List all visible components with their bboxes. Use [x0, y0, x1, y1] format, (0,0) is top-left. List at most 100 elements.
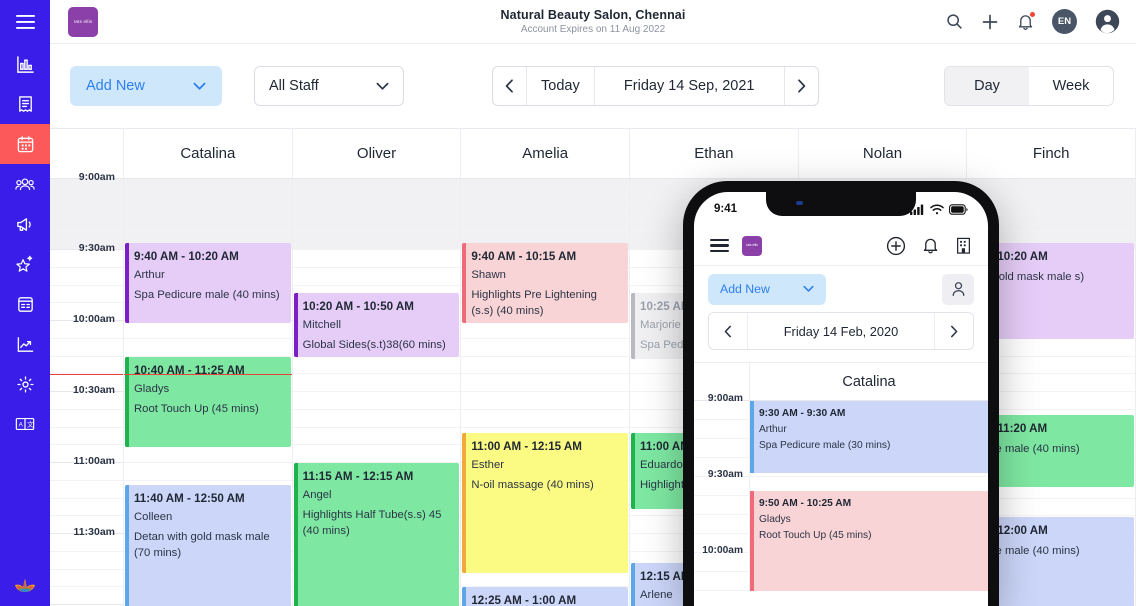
calendar-slot[interactable] — [292, 196, 461, 215]
time-gutter-row — [50, 499, 123, 517]
calendar-slot[interactable] — [292, 232, 461, 250]
sidebar-item-appointments[interactable] — [0, 124, 50, 164]
calendar-slot[interactable] — [461, 392, 630, 410]
sidebar-item-settings[interactable] — [0, 364, 50, 404]
phone-appointment-card[interactable]: 9:50 AM - 10:25 AM Gladys Root Touch Up (4… — [750, 491, 988, 591]
previous-day-button[interactable] — [493, 67, 526, 105]
staff-column-catalina[interactable]: 9:40 AM - 10:20 AM Arthur Spa Pedicure mal… — [124, 179, 293, 606]
current-date-label[interactable]: Friday 14 Sep, 2021 — [595, 67, 785, 105]
svg-text:A: A — [19, 422, 24, 429]
notification-dot — [1030, 11, 1035, 17]
tab-week-view[interactable]: Week — [1029, 67, 1113, 105]
language-badge[interactable]: EN — [1052, 9, 1077, 34]
staff-column-header-3[interactable]: Ethan — [630, 129, 799, 178]
appointment-time: M - 11:20 AM — [977, 422, 1048, 435]
sidebar-item-billing[interactable] — [0, 84, 50, 124]
sidebar-item-marketing[interactable] — [0, 204, 50, 244]
calendar-slot[interactable] — [292, 214, 461, 233]
sidebar-item-language[interactable]: A 文 — [0, 404, 50, 444]
staff-filter-select[interactable]: All Staff — [254, 66, 404, 106]
phone-calendar-body: 9:00am 9:30am 10:00am 9:30 AM - 9:30 AM Art… — [694, 393, 988, 591]
staff-column-header-5[interactable]: Finch — [967, 129, 1136, 178]
calendar-slot[interactable] — [461, 196, 630, 215]
staff-column-header-0[interactable]: Catalina — [124, 129, 293, 178]
calendar-slot[interactable] — [292, 374, 461, 392]
phone-calendar: Catalina 9:00am 9:30am 10:00am 9:30 AM - 9… — [694, 362, 988, 591]
calendar-slot[interactable] — [292, 428, 461, 446]
calendar-slot[interactable] — [124, 179, 292, 197]
notifications-button[interactable] — [1017, 11, 1035, 31]
phone-add-new-button[interactable]: Add New — [708, 273, 826, 305]
sidebar-item-loyalty[interactable] — [0, 244, 50, 284]
calendar-slot[interactable] — [292, 268, 461, 286]
staff-column-oliver[interactable]: 10:20 AM - 10:50 AM Mitchell Global Sides(… — [292, 179, 462, 606]
phone-menu-button[interactable] — [710, 238, 729, 253]
bell-icon[interactable] — [922, 236, 939, 255]
staff-column-header-1[interactable]: Oliver — [293, 129, 462, 178]
quick-add-button[interactable] — [981, 13, 999, 31]
calendar-slot[interactable] — [461, 374, 630, 392]
phone-previous-day-button[interactable] — [709, 313, 747, 349]
header-actions: EN — [946, 9, 1120, 34]
sidebar-item-clients[interactable] — [0, 164, 50, 204]
calendar-slot[interactable] — [461, 214, 630, 233]
appointment-card[interactable]: 12:25 AM - 1:00 AMKristinHead massage (4… — [462, 587, 629, 606]
calendar-slot[interactable] — [967, 179, 1136, 197]
plus-circle-icon[interactable] — [886, 236, 906, 256]
calendar-slot[interactable] — [292, 392, 461, 410]
calendar-slot[interactable] — [124, 321, 292, 339]
staff-column-amelia[interactable]: 9:40 AM - 10:15 AM Shawn Highlights Pre Li… — [461, 179, 631, 606]
brand-logo-tile[interactable]: rats ellis — [68, 6, 98, 37]
calendar-slot[interactable] — [461, 357, 630, 375]
today-button[interactable]: Today — [526, 67, 595, 105]
appointment-card[interactable]: 10:40 AM - 11:25 AM Gladys Root Touch Up (… — [125, 357, 291, 447]
calendar-slot[interactable] — [292, 179, 461, 197]
tab-day-view[interactable]: Day — [945, 67, 1029, 105]
appointment-card[interactable]: 11:15 AM - 12:15 AM Angel Highlights Half … — [293, 463, 460, 606]
chevron-down-icon — [193, 82, 206, 90]
user-avatar[interactable] — [1095, 9, 1120, 34]
date-navigator: Today Friday 14 Sep, 2021 — [492, 66, 819, 106]
calendar-toolbar: Add New All Staff Today Friday 14 Sep, 2… — [50, 44, 1136, 129]
calendar-slot[interactable] — [292, 445, 461, 463]
phone-next-day-button[interactable] — [935, 313, 973, 349]
appointment-card[interactable]: 11:40 AM - 12:50 AM Colleen Detan with gol… — [125, 485, 291, 606]
calendar-slot[interactable] — [124, 463, 292, 481]
search-button[interactable] — [946, 13, 963, 30]
calendar-slot[interactable] — [461, 339, 630, 357]
phone-appointment-card[interactable]: 9:30 AM - 9:30 AM Arthur Spa Pedicure male… — [750, 401, 988, 473]
sidebar-menu-toggle[interactable] — [0, 0, 50, 44]
phone-status-icons — [910, 203, 968, 215]
sidebar-item-inventory[interactable] — [0, 284, 50, 324]
calendar-slot[interactable] — [124, 214, 292, 233]
appointment-card[interactable]: 9:40 AM - 10:15 AM Shawn Highlights Pre Li… — [462, 243, 629, 323]
appointment-card[interactable]: 10:20 AM - 10:50 AM Mitchell Global Sides(… — [293, 293, 460, 357]
calendar-slot[interactable] — [124, 339, 292, 357]
appointment-card[interactable]: 9:40 AM - 10:20 AM Arthur Spa Pedicure mal… — [125, 243, 291, 323]
calendar-slot[interactable] — [461, 321, 630, 339]
analytics-bar-chart-icon — [16, 55, 34, 73]
phone-brand-logo-tile[interactable]: rats ellis — [742, 235, 762, 256]
sidebar-item-reports[interactable] — [0, 324, 50, 364]
staff-column-header-4[interactable]: Nolan — [799, 129, 968, 178]
sidebar-item-dashboard[interactable] — [0, 44, 50, 84]
calendar-slot[interactable] — [461, 179, 630, 197]
calendar-slot[interactable] — [292, 410, 461, 428]
calendar-slot[interactable] — [292, 250, 461, 268]
phone-client-button[interactable] — [942, 273, 974, 305]
calendar-slot[interactable] — [124, 196, 292, 215]
chevron-right-icon — [797, 79, 805, 93]
appointment-card[interactable]: 11:00 AM - 12:15 AM Esther N-oil massage (… — [462, 433, 629, 573]
battery-icon — [949, 203, 968, 215]
phone-mockup-overlay: 9:41 rats ellis Add New Friday 14 Feb, 2… — [683, 181, 999, 606]
calendar-slot[interactable] — [461, 410, 630, 428]
next-day-button[interactable] — [785, 67, 818, 105]
phone-staff-column-header[interactable]: Catalina — [750, 363, 988, 400]
add-new-button[interactable]: Add New — [70, 66, 222, 106]
phone-staff-column[interactable]: 9:30 AM - 9:30 AM Arthur Spa Pedicure male… — [750, 401, 988, 591]
calendar-slot[interactable] — [292, 357, 461, 375]
staff-column-header-2[interactable]: Amelia — [461, 129, 631, 178]
phone-current-date-label[interactable]: Friday 14 Feb, 2020 — [747, 313, 935, 349]
building-icon[interactable] — [955, 236, 972, 255]
calendar-slot[interactable] — [124, 445, 292, 463]
